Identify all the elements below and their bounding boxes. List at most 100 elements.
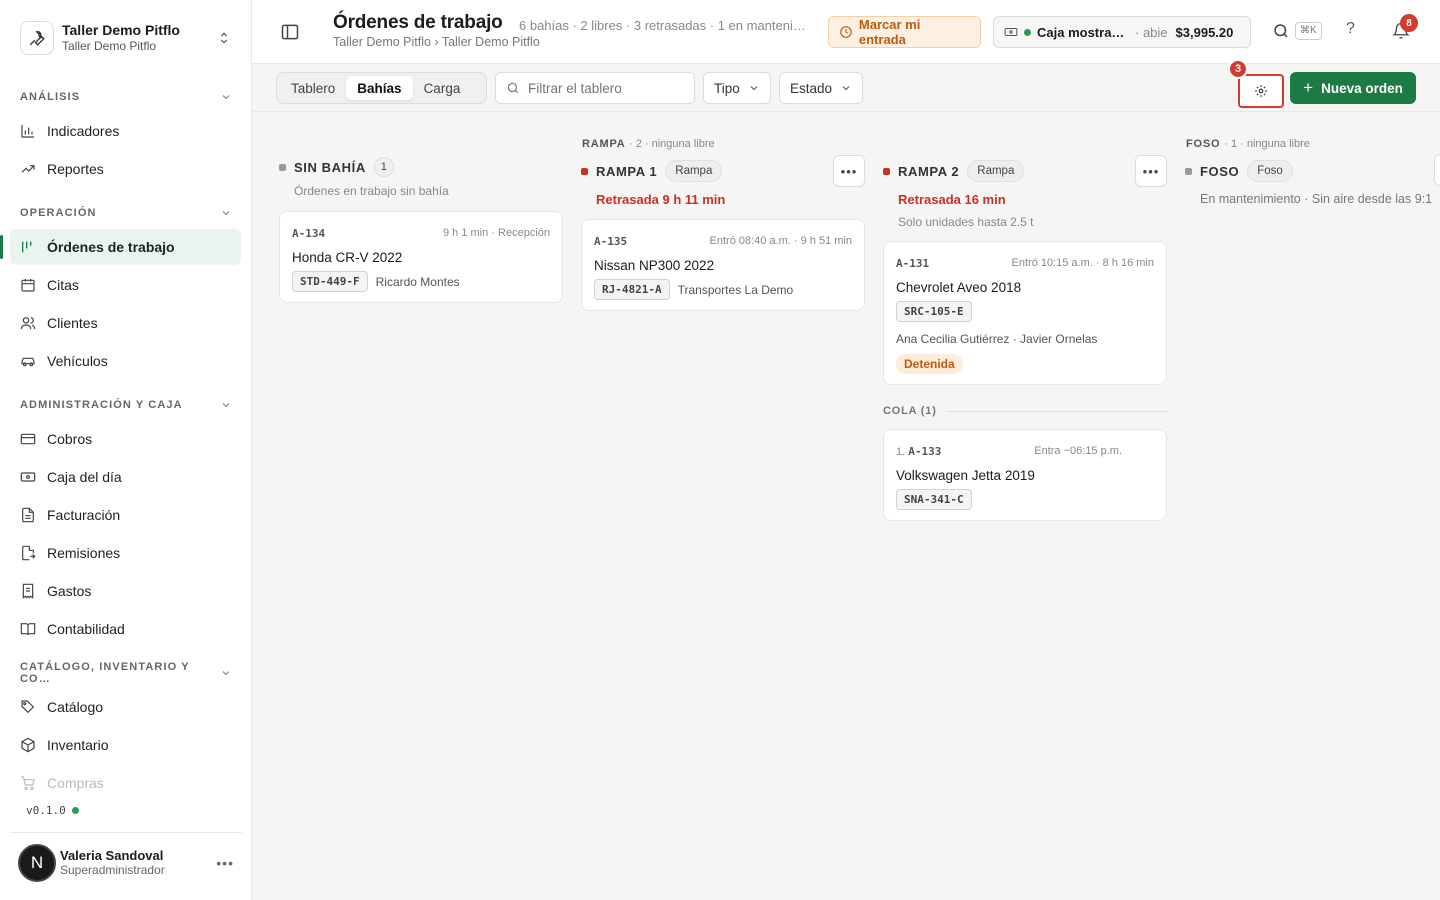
tab-tablero[interactable]: Tablero	[280, 76, 346, 100]
nav-label: Órdenes de trabajo	[47, 239, 175, 255]
order-time: Entró 10:15 a.m. · 8 h 16 min	[1011, 257, 1154, 269]
nav-compras[interactable]: Compras	[10, 765, 241, 801]
group-name: FOSO	[1186, 138, 1221, 150]
order-card[interactable]: A-135 Entró 08:40 a.m. · 9 h 51 min Nissa…	[581, 219, 865, 311]
chevron-down-icon	[842, 86, 850, 91]
filter-input[interactable]	[528, 80, 678, 96]
nav-cobros[interactable]: Cobros	[10, 421, 241, 457]
workspace-sub: Taller Demo Pitflo	[62, 39, 157, 53]
order-code: A-133	[908, 445, 942, 458]
nav-reportes[interactable]: Reportes	[10, 151, 241, 187]
nav-label: Indicadores	[47, 123, 120, 139]
banknote-icon	[20, 472, 36, 482]
nav-label: Compras	[47, 775, 104, 791]
new-order-button[interactable]: + Nueva orden	[1290, 72, 1416, 104]
sidebar: Taller Demo Pitflo Taller Demo Pitflo AN…	[0, 0, 252, 900]
board-settings-button[interactable]	[1238, 74, 1284, 108]
section-label: ANÁLISIS	[20, 91, 81, 103]
sidebar-toggle-icon[interactable]	[280, 22, 300, 42]
nav-catalogo[interactable]: Catálogo	[10, 689, 241, 725]
nav-facturacion[interactable]: Facturación	[10, 497, 241, 533]
group-count: 1	[1230, 138, 1238, 150]
plate-badge: SRC-105-E	[896, 301, 972, 322]
nav-label: Inventario	[47, 737, 109, 753]
chevron-down-icon	[222, 671, 230, 676]
plus-icon: +	[1303, 78, 1314, 97]
column-foso: FOSO Foso En mantenimiento · Sin aire de…	[1185, 158, 1440, 206]
state-dropdown[interactable]: Estado	[779, 72, 863, 104]
help-button[interactable]: ?	[1346, 20, 1355, 38]
tab-bahias[interactable]: Bahías	[346, 76, 413, 100]
nav-inventario[interactable]: Inventario	[10, 727, 241, 763]
nav-citas[interactable]: Citas	[10, 267, 241, 303]
cash-name: Caja mostrador	[1037, 24, 1129, 40]
check-in-button[interactable]: Marcar mi entrada	[828, 16, 981, 48]
column-rampa-1: RAMPA 1 Rampa ••• Retrasada 9 h 11 min A…	[581, 155, 865, 311]
new-order-label: Nueva orden	[1321, 80, 1403, 96]
nav-indicadores[interactable]: Indicadores	[10, 113, 241, 149]
workspace-switcher[interactable]: Taller Demo Pitflo Taller Demo Pitflo	[10, 10, 242, 66]
nav-label: Cobros	[47, 431, 93, 447]
nav-label: Gastos	[47, 583, 92, 599]
user-menu[interactable]: N Valeria Sandoval Superadministrador ••…	[10, 832, 242, 892]
column-more-button[interactable]: •••	[833, 155, 865, 187]
tag-icon	[21, 700, 35, 714]
section-admin[interactable]: ADMINISTRACIÓN Y CAJA	[20, 396, 232, 414]
gear-icon	[1255, 85, 1267, 97]
bar-chart-icon	[21, 125, 34, 138]
order-code: A-131	[896, 257, 930, 270]
plate-badge: RJ-4821-A	[594, 279, 670, 300]
nav-label: Vehículos	[47, 353, 108, 369]
cash-amount: $3,995.20	[1175, 24, 1234, 40]
queue-card[interactable]: 1. A-133 Entra ~06:15 p.m. Volkswagen Jet…	[883, 429, 1167, 521]
search-icon[interactable]	[1272, 22, 1290, 40]
cash-register-button[interactable]: Caja mostrador · abie $3,995.20	[993, 16, 1251, 48]
column-dot	[1185, 167, 1192, 175]
section-label: OPERACIÓN	[20, 207, 97, 219]
section-label: ADMINISTRACIÓN Y CAJA	[20, 399, 183, 411]
group-count: 2	[635, 138, 642, 150]
nav-ordenes[interactable]: Órdenes de trabajo	[0, 229, 241, 265]
column-name: RAMPA 1	[596, 163, 658, 179]
section-catalogo[interactable]: CATÁLOGO, INVENTARIO Y CO…	[20, 661, 232, 685]
dropdown-label: Estado	[790, 80, 833, 96]
order-code: A-135	[594, 235, 628, 248]
kanban-icon	[22, 241, 32, 253]
breadcrumb[interactable]: Taller Demo Pitflo › Taller Demo Pitflo	[333, 35, 540, 49]
bay-type-pill: Rampa	[967, 160, 1025, 182]
workspace-name: Taller Demo Pitflo	[62, 22, 180, 38]
customer-name: Transportes La Demo	[677, 282, 794, 297]
status-dot	[71, 807, 79, 814]
chevron-down-icon	[222, 403, 230, 408]
check-in-label: Marcar mi entrada	[858, 17, 921, 47]
late-status: Retrasada 16 min	[898, 192, 1006, 207]
nav-clientes[interactable]: Clientes	[10, 305, 241, 341]
type-dropdown[interactable]: Tipo	[703, 72, 771, 104]
nav-label: Facturación	[47, 507, 121, 523]
tab-carga[interactable]: Carga	[413, 76, 472, 100]
page-summary: 6 bahías · 2 libres · 3 retrasadas · 1 e…	[519, 18, 815, 33]
column-more-button[interactable]	[1434, 154, 1440, 186]
clock-icon	[840, 26, 852, 38]
more-icon[interactable]: •••	[216, 855, 234, 871]
order-time: Entra ~06:15 p.m.	[1034, 445, 1122, 457]
nav-contabilidad[interactable]: Contabilidad	[10, 611, 241, 647]
nav-caja[interactable]: Caja del día	[10, 459, 241, 495]
step-badge: 3	[1228, 59, 1248, 79]
nav-label: Catálogo	[47, 699, 104, 715]
wrench-icon	[20, 21, 54, 55]
column-more-button[interactable]: •••	[1135, 155, 1167, 187]
section-analisis[interactable]: ANÁLISIS	[20, 88, 232, 106]
nav-label: Reportes	[47, 161, 104, 177]
column-dot	[279, 163, 286, 171]
bay-type-pill: Rampa	[665, 160, 723, 182]
section-operacion[interactable]: OPERACIÓN	[20, 204, 232, 222]
group-label-foso: FOSO · 1 · ninguna libre	[1186, 138, 1310, 150]
group-free: ninguna libre	[651, 138, 715, 150]
order-card[interactable]: A-131 Entró 10:15 a.m. · 8 h 16 min Chevr…	[883, 241, 1167, 385]
order-card[interactable]: A-134 9 h 1 min · Recepción Honda CR-V 20…	[279, 211, 563, 303]
nav-vehiculos[interactable]: Vehículos	[10, 343, 241, 379]
receipt-icon	[22, 583, 34, 599]
nav-gastos[interactable]: Gastos	[10, 573, 241, 609]
nav-remisiones[interactable]: Remisiones	[10, 535, 241, 571]
